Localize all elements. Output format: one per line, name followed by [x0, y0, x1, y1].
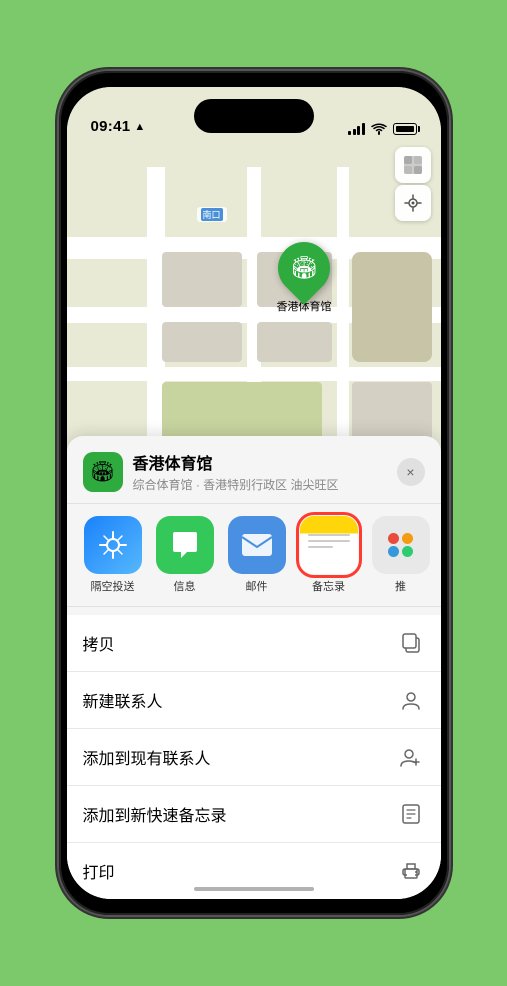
phone-frame: 09:41 ▲: [59, 71, 449, 915]
mail-svg: [241, 533, 273, 557]
print-icon: [397, 857, 425, 885]
action-copy[interactable]: 拷贝: [67, 615, 441, 672]
notes-icon: [300, 516, 358, 574]
more-circles-row-1: [388, 533, 413, 544]
map-type-button[interactable]: [395, 147, 431, 183]
share-item-notes[interactable]: 备忘录: [299, 516, 359, 594]
wifi-icon: [371, 123, 387, 135]
map-controls: [395, 147, 431, 221]
venue-info: 香港体育馆 综合体育馆 · 香港特别行政区 油尖旺区: [133, 450, 397, 493]
mail-label: 邮件: [246, 578, 268, 594]
share-item-more[interactable]: 推: [371, 516, 431, 594]
venue-icon: 🏟: [83, 452, 123, 492]
venue-subtitle: 综合体育馆 · 香港特别行政区 油尖旺区: [133, 476, 397, 493]
stadium-pin[interactable]: 🏟 香港体育馆: [277, 242, 332, 314]
add-existing-contact-icon: [397, 743, 425, 771]
share-row: 隔空投送 信息: [67, 504, 441, 607]
home-indicator: [194, 887, 314, 891]
notes-line-2: [308, 540, 350, 542]
action-print-label: 打印: [83, 859, 115, 883]
airdrop-icon: [84, 516, 142, 574]
messages-svg: [169, 530, 201, 560]
map-type-icon: [403, 155, 423, 175]
action-copy-label: 拷贝: [83, 631, 115, 655]
share-item-messages[interactable]: 信息: [155, 516, 215, 594]
share-item-mail[interactable]: 邮件: [227, 516, 287, 594]
action-add-existing-label: 添加到现有联系人: [83, 745, 211, 769]
dynamic-island: [194, 99, 314, 133]
battery-icon: [393, 123, 417, 135]
map-block-1: [162, 252, 242, 307]
action-add-existing-contact[interactable]: 添加到现有联系人: [67, 729, 441, 786]
road-label: 南口: [197, 207, 227, 222]
more-label: 推: [395, 578, 406, 594]
stadium-pin-bubble: 🏟: [267, 231, 341, 305]
location-icon: [404, 194, 422, 212]
venue-name: 香港体育馆: [133, 450, 397, 474]
location-arrow-icon: ▲: [134, 121, 145, 133]
signal-bars-icon: [348, 123, 365, 135]
circle-orange: [402, 533, 413, 544]
quick-note-icon: [397, 800, 425, 828]
circle-green: [402, 546, 413, 557]
notes-label: 备忘录: [312, 578, 345, 594]
stadium-pin-icon: 🏟: [290, 255, 318, 281]
share-item-airdrop[interactable]: 隔空投送: [83, 516, 143, 594]
notes-line-1: [308, 534, 350, 536]
copy-icon: [397, 629, 425, 657]
notes-lines: [308, 534, 350, 548]
road-badge: 南口: [201, 208, 223, 221]
action-new-contact[interactable]: 新建联系人: [67, 672, 441, 729]
sheet-header: 🏟 香港体育馆 综合体育馆 · 香港特别行政区 油尖旺区 ×: [67, 436, 441, 504]
bottom-sheet: 🏟 香港体育馆 综合体育馆 · 香港特别行政区 油尖旺区 ×: [67, 436, 441, 899]
airdrop-label: 隔空投送: [91, 578, 135, 594]
action-new-contact-label: 新建联系人: [83, 688, 163, 712]
circle-red: [388, 533, 399, 544]
airdrop-svg: [98, 530, 128, 560]
new-contact-icon: [397, 686, 425, 714]
status-time: 09:41: [91, 118, 131, 135]
action-add-quick-note[interactable]: 添加到新快速备忘录: [67, 786, 441, 843]
close-button[interactable]: ×: [397, 458, 425, 486]
circle-blue: [388, 546, 399, 557]
location-button[interactable]: [395, 185, 431, 221]
map-stadium-block: [352, 252, 432, 362]
status-icons: [348, 123, 417, 135]
mail-icon: [228, 516, 286, 574]
map-block-4: [257, 322, 332, 362]
more-icon: [372, 516, 430, 574]
more-circles-row-2: [388, 546, 413, 557]
messages-label: 信息: [174, 578, 196, 594]
action-add-quick-note-label: 添加到新快速备忘录: [83, 802, 227, 826]
phone-screen: 09:41 ▲: [67, 87, 441, 899]
map-block-3: [162, 322, 242, 362]
notes-line-3: [308, 546, 333, 548]
messages-icon: [156, 516, 214, 574]
action-list: 拷贝 新建联系人: [67, 615, 441, 899]
